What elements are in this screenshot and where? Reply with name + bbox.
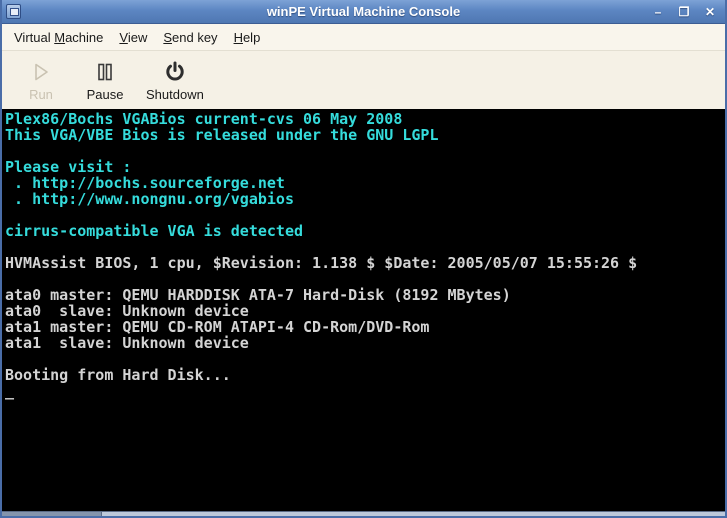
run-label: Run xyxy=(29,87,53,102)
console-line: Please visit : xyxy=(5,159,725,175)
console-line xyxy=(5,143,725,159)
window-icon[interactable] xyxy=(6,4,21,19)
vm-console-window: winPE Virtual Machine Console – ❐ ✕ Virt… xyxy=(0,0,727,518)
close-icon[interactable]: ✕ xyxy=(703,6,717,18)
menu-help[interactable]: Help xyxy=(226,26,269,49)
console-output: Plex86/Bochs VGABios current-cvs 06 May … xyxy=(5,111,725,399)
pause-label: Pause xyxy=(87,87,124,102)
console-cursor: _ xyxy=(5,383,725,399)
maximize-icon[interactable]: ❐ xyxy=(677,6,691,18)
shutdown-button[interactable]: Shutdown xyxy=(140,57,210,104)
play-icon xyxy=(29,59,53,85)
console-line: HVMAssist BIOS, 1 cpu, $Revision: 1.138 … xyxy=(5,255,725,271)
window-title: winPE Virtual Machine Console xyxy=(2,4,725,19)
minimize-icon[interactable]: – xyxy=(651,6,665,18)
window-controls: – ❐ ✕ xyxy=(651,6,725,18)
title-bar[interactable]: winPE Virtual Machine Console – ❐ ✕ xyxy=(2,0,725,24)
console-line: ata1 slave: Unknown device xyxy=(5,335,725,351)
menu-virtual-machine[interactable]: Virtual Machine xyxy=(6,26,111,49)
pause-button[interactable]: Pause xyxy=(76,57,134,104)
run-button[interactable]: Run xyxy=(12,57,70,104)
console-line: cirrus-compatible VGA is detected xyxy=(5,223,725,239)
scrollbar-thumb[interactable] xyxy=(2,512,102,516)
shutdown-label: Shutdown xyxy=(146,87,204,102)
horizontal-scrollbar[interactable] xyxy=(2,511,725,518)
console-line xyxy=(5,351,725,367)
console-line: ata1 master: QEMU CD-ROM ATAPI-4 CD-Rom/… xyxy=(5,319,725,335)
power-icon xyxy=(163,59,187,85)
console-line: ata0 master: QEMU HARDDISK ATA-7 Hard-Di… xyxy=(5,287,725,303)
console-line: Plex86/Bochs VGABios current-cvs 06 May … xyxy=(5,111,725,127)
pause-icon xyxy=(93,59,117,85)
console-line xyxy=(5,207,725,223)
console-line: ata0 slave: Unknown device xyxy=(5,303,725,319)
menu-view[interactable]: View xyxy=(111,26,155,49)
console-line: . http://www.nongnu.org/vgabios xyxy=(5,191,725,207)
toolbar: Run Pause Shutdown xyxy=(2,51,725,109)
console-line xyxy=(5,239,725,255)
console-screen[interactable]: Plex86/Bochs VGABios current-cvs 06 May … xyxy=(2,109,725,511)
console-line: Booting from Hard Disk... xyxy=(5,367,725,383)
menu-send-key[interactable]: Send key xyxy=(155,26,225,49)
console-line xyxy=(5,271,725,287)
menu-bar: Virtual Machine View Send key Help xyxy=(2,24,725,51)
console-line: . http://bochs.sourceforge.net xyxy=(5,175,725,191)
console-line: This VGA/VBE Bios is released under the … xyxy=(5,127,725,143)
